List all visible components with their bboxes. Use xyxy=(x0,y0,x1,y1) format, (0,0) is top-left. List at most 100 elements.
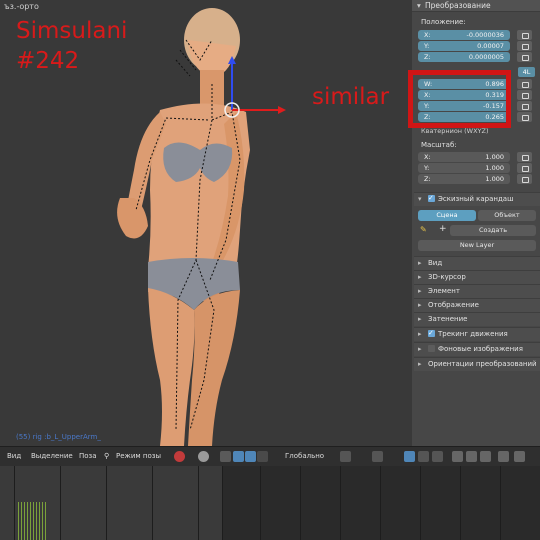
section-label: Элемент xyxy=(428,287,460,295)
section-item[interactable]: ▸ Элемент xyxy=(414,284,540,298)
location-z-field[interactable]: Z: 0.0000005 xyxy=(418,52,510,62)
expand-triangle-icon: ▸ xyxy=(418,360,422,368)
viewport-header-toolbar: Вид Выделение Поза ⚲ Режим позы Глобальн… xyxy=(0,446,540,467)
add-icon[interactable]: + xyxy=(439,224,447,234)
layer-grid-icon[interactable] xyxy=(340,451,351,462)
translate-icon[interactable] xyxy=(233,451,244,462)
lock-icon[interactable] xyxy=(517,30,532,40)
lock-icon[interactable] xyxy=(517,79,532,89)
menu-pose[interactable]: Поза xyxy=(79,452,97,460)
field-axis: Y: xyxy=(424,164,430,172)
section-3d-cursor[interactable]: ▸ 3D-курсор xyxy=(414,270,540,284)
new-layer-button[interactable]: New Layer xyxy=(418,240,536,251)
menu-view[interactable]: Вид xyxy=(7,452,21,460)
3d-viewport[interactable]: ъз.-орто Simsulani #242 similar (55) rig… xyxy=(0,0,412,446)
keyframe-marker xyxy=(21,502,22,540)
frame-gridline xyxy=(300,466,301,540)
grease-pencil-checkbox[interactable] xyxy=(428,192,435,205)
collapse-triangle-icon: ▾ xyxy=(417,1,421,10)
grease-pencil-label: Эскизный карандаш xyxy=(438,195,514,203)
manipulator-toggle-icon[interactable] xyxy=(220,451,231,462)
frame-gridline xyxy=(460,466,461,540)
pencil-icon: ✎ xyxy=(420,225,427,234)
lock-icon[interactable] xyxy=(517,52,532,62)
section-shading[interactable]: ▸ Затенение xyxy=(414,312,540,326)
lock-icon[interactable] xyxy=(517,152,532,162)
grease-pencil-header[interactable]: ▾ Эскизный карандаш xyxy=(414,192,540,206)
snap-icon[interactable] xyxy=(418,451,429,462)
orientation-select[interactable]: Глобально xyxy=(285,452,324,460)
frame-gridline xyxy=(500,466,501,540)
keyframe-marker xyxy=(18,502,19,540)
copy-pose-icon[interactable] xyxy=(452,451,463,462)
paste-pose-icon[interactable] xyxy=(466,451,477,462)
location-x-field[interactable]: X: -0.0000036 xyxy=(418,30,510,40)
motion-tracking-checkbox[interactable] xyxy=(428,327,435,340)
section-label: 3D-курсор xyxy=(428,273,466,281)
keyframe-marker xyxy=(39,502,40,540)
field-axis: Z: xyxy=(424,53,431,61)
layer-grid-icon[interactable] xyxy=(372,451,383,462)
field-axis: Y: xyxy=(424,42,430,50)
lock-icon[interactable] xyxy=(517,41,532,51)
rotation-4l-toggle[interactable]: 4L xyxy=(518,67,535,77)
keyframe-marker xyxy=(36,502,37,540)
keyframe-marker xyxy=(24,502,25,540)
tab-scene[interactable]: Сцена xyxy=(418,210,476,221)
lock-icon[interactable] xyxy=(517,112,532,122)
watermark: Simsulani #242 xyxy=(16,16,127,76)
snap-target-icon[interactable] xyxy=(432,451,443,462)
scale-x-field[interactable]: X: 1.000 xyxy=(418,152,510,162)
transform-panel-header[interactable]: ▾ Преобразование xyxy=(412,0,540,12)
section-transform-orientations[interactable]: ▸ Ориентации преобразований xyxy=(414,357,540,371)
expand-triangle-icon: ▸ xyxy=(418,301,422,309)
section-label: Ориентации преобразований xyxy=(428,360,537,368)
section-background-images[interactable]: ▸ Фоновые изображения xyxy=(414,342,540,356)
scale-y-field[interactable]: Y: 1.000 xyxy=(418,163,510,173)
rotation-highlight-box xyxy=(408,70,511,128)
field-value: 0.00007 xyxy=(477,42,504,50)
keyframe-marker xyxy=(30,502,31,540)
frame-gridline xyxy=(14,466,15,540)
rotate-icon[interactable] xyxy=(245,451,256,462)
mode-select[interactable]: Режим позы xyxy=(116,452,161,460)
collapse-triangle-icon: ▾ xyxy=(418,195,422,203)
scale-label: Масштаб: xyxy=(421,141,457,149)
timeline-editor[interactable] xyxy=(0,466,540,540)
frame-gridline xyxy=(420,466,421,540)
expand-triangle-icon: ▸ xyxy=(418,287,422,295)
lock-icon[interactable] xyxy=(517,90,532,100)
keyframe-marker xyxy=(27,502,28,540)
menu-select[interactable]: Выделение xyxy=(31,452,73,460)
pose-mode-icon: ⚲ xyxy=(104,452,110,460)
scale-z-field[interactable]: Z: 1.000 xyxy=(418,174,510,184)
create-button[interactable]: Создать xyxy=(450,225,536,236)
frame-gridline xyxy=(60,466,61,540)
lock-icon[interactable] xyxy=(517,163,532,173)
expand-triangle-icon: ▸ xyxy=(418,259,422,267)
transform-header-label: Преобразование xyxy=(425,1,491,10)
proportional-edit-icon[interactable] xyxy=(404,451,415,462)
field-value: 1.000 xyxy=(485,175,504,183)
section-label: Трекинг движения xyxy=(438,330,508,338)
frame-gridline xyxy=(340,466,341,540)
lock-icon[interactable] xyxy=(517,174,532,184)
scale-icon[interactable] xyxy=(257,451,268,462)
section-motion-tracking[interactable]: ▸ Трекинг движения xyxy=(414,327,540,341)
opengl-render-icon[interactable] xyxy=(498,451,509,462)
background-images-checkbox[interactable] xyxy=(428,345,435,352)
rotation-mode-select[interactable]: Кватернион (WXYZ) xyxy=(421,127,488,135)
section-view[interactable]: ▸ Вид xyxy=(414,256,540,270)
location-y-field[interactable]: Y: 0.00007 xyxy=(418,41,510,51)
lock-icon[interactable] xyxy=(517,101,532,111)
expand-triangle-icon: ▸ xyxy=(418,330,422,338)
tab-object[interactable]: Объект xyxy=(478,210,536,221)
keyframe-marker xyxy=(33,502,34,540)
section-display[interactable]: ▸ Отображение xyxy=(414,298,540,312)
shading-icon[interactable] xyxy=(174,451,185,462)
render-animation-icon[interactable] xyxy=(514,451,525,462)
expand-triangle-icon: ▸ xyxy=(418,273,422,281)
paste-flipped-icon[interactable] xyxy=(480,451,491,462)
pivot-icon[interactable] xyxy=(198,451,209,462)
field-value: 1.000 xyxy=(485,153,504,161)
